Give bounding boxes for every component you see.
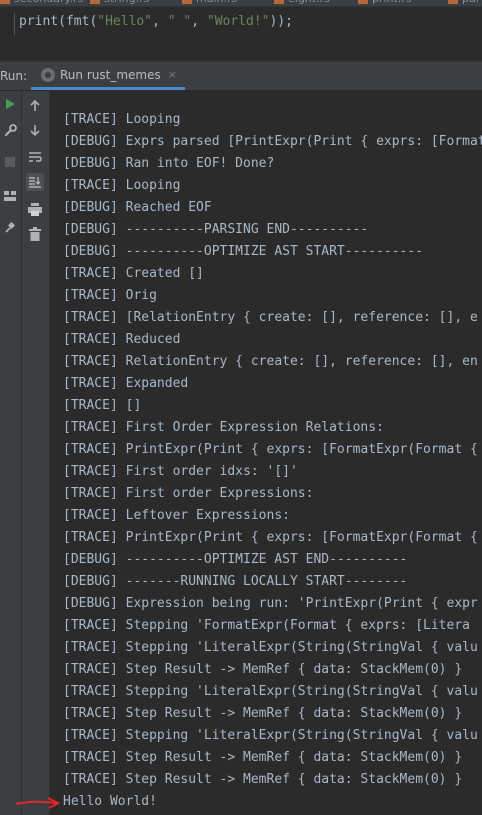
arrow-up-icon[interactable] [26,96,44,114]
editor-tab-label: par [462,0,480,5]
console-line: [TRACE] Step Result -> MemRef { data: St… [63,662,463,677]
console-lines: [TRACE] Looping [DEBUG] Exprs parsed [Pri… [63,109,482,813]
console-line: [TRACE] Stepping 'LiteralExpr(String(Str… [63,728,478,743]
console-line: Hello World! [63,794,157,809]
console-line: [TRACE] Step Result -> MemRef { data: St… [63,772,463,787]
console-line: [TRACE] First order Expressions: [63,486,314,501]
string-literal-hello: "Hello" [97,14,153,29]
run-actions-toolbar [0,91,22,815]
console-line: [DEBUG] Ran into EOF! Done? [63,156,275,171]
console-output[interactable]: [TRACE] Looping [DEBUG] Exprs parsed [Pri… [50,91,482,815]
rust-file-icon [448,0,458,4]
editor-tab[interactable]: secondary.rs [0,0,83,6]
console-line: [TRACE] Step Result -> MemRef { data: St… [63,706,463,721]
console-line: [TRACE] RelationEntry { create: [], refe… [63,354,478,369]
console-line: [TRACE] Looping [63,178,181,193]
rust-file-icon [274,0,284,4]
editor-tab-label: secondary.rs [14,0,83,5]
editor-tab[interactable]: eight.rs [274,0,330,6]
console-line: [TRACE] Looping [63,112,181,127]
console-line: [TRACE] First order idxs: '[]' [63,464,298,479]
console-line: [DEBUG] Reached EOF [63,200,212,215]
run-label: Run: [0,69,28,83]
console-line: [TRACE] Reduced [63,332,181,347]
console-line: [TRACE] Step Result -> MemRef { data: St… [63,750,463,765]
rust-file-icon [358,0,368,4]
run-toolwindow-header: Run: Run rust_memes × [0,62,482,91]
console-line: [TRACE] PrintExpr(Print { exprs: [Format… [63,442,478,457]
editor-tab-label: string.rs [104,0,149,5]
rust-file-icon [182,0,192,4]
console-line: [DEBUG] Exprs parsed [PrintExpr(Print { … [63,134,482,149]
console-line: [DEBUG] ----------PARSING END---------- [63,222,369,237]
console-line: [TRACE] Stepping 'FormatExpr(Format { ex… [63,618,470,633]
code-closing: )); [269,14,293,29]
console-line: [TRACE] Created [] [63,266,204,281]
wrench-icon[interactable] [1,121,19,139]
editor-tab[interactable]: string.rs [90,0,149,6]
tab-run-rust-memes[interactable]: Run rust_memes × [31,62,185,90]
console-line: [DEBUG] -------RUNNING LOCALLY START----… [63,574,408,589]
code-separator: , [152,14,168,29]
editor-tab-label: eight.rs [288,0,330,5]
console-line: [TRACE] First Order Expression Relations… [63,420,384,435]
editor-tab-label: main.rs [196,0,237,5]
code-editor[interactable]: print(fmt("Hello", " ", "World!")); [0,7,482,60]
console-line: [DEBUG] ----------OPTIMIZE AST END------… [63,552,408,567]
rust-file-icon [0,0,10,4]
run-icon[interactable] [1,95,19,113]
code-separator: , [191,14,207,29]
code-line[interactable]: print(fmt("Hello", " ", "World!")); [19,14,293,29]
console-line: [DEBUG] Expression being run: 'PrintExpr… [63,596,478,611]
annotation-arrow-icon [15,797,61,809]
editor-tab[interactable]: main.rs [182,0,237,6]
run-tab-label: Run rust_memes [60,67,161,82]
console-line: [DEBUG] ----------OPTIMIZE AST START----… [63,244,424,259]
console-actions-toolbar [22,91,50,815]
trash-icon[interactable] [26,225,44,243]
console-line: [TRACE] [] [63,398,142,413]
code-call: print(fmt( [19,14,98,29]
console-line: [TRACE] PrintExpr(Print { exprs: [Format… [63,530,478,545]
pin-icon[interactable] [1,219,19,237]
print-icon[interactable] [26,200,44,218]
console-line: [TRACE] Stepping 'LiteralExpr(String(Str… [63,640,478,655]
editor-tab-strip: secondary.rs string.rs main.rs eight.rs prin… [0,0,482,7]
string-literal-world: "World!" [206,14,270,29]
console-line: [TRACE] Stepping 'LiteralExpr(String(Str… [63,684,478,699]
console-line: [TRACE] [RelationEntry { create: [], ref… [63,310,478,325]
layout-icon[interactable] [1,187,19,205]
editor-indent-guide [14,13,15,35]
editor-tab[interactable]: par [448,0,480,6]
rust-icon [41,67,55,82]
soft-wrap-icon[interactable] [26,148,44,166]
console-line: [TRACE] Expanded [63,376,189,391]
console-line: [TRACE] Orig [63,288,157,303]
rust-file-icon [90,0,100,4]
editor-tab[interactable]: print.rs [358,0,412,6]
console-line: [TRACE] Leftover Expressions: [63,508,290,523]
stop-icon[interactable] [1,153,19,171]
editor-tab-label: print.rs [372,0,412,5]
string-literal-space: " " [167,14,192,29]
scroll-to-end-icon[interactable] [26,173,44,191]
arrow-down-icon[interactable] [26,121,44,139]
close-icon[interactable]: × [168,68,177,81]
